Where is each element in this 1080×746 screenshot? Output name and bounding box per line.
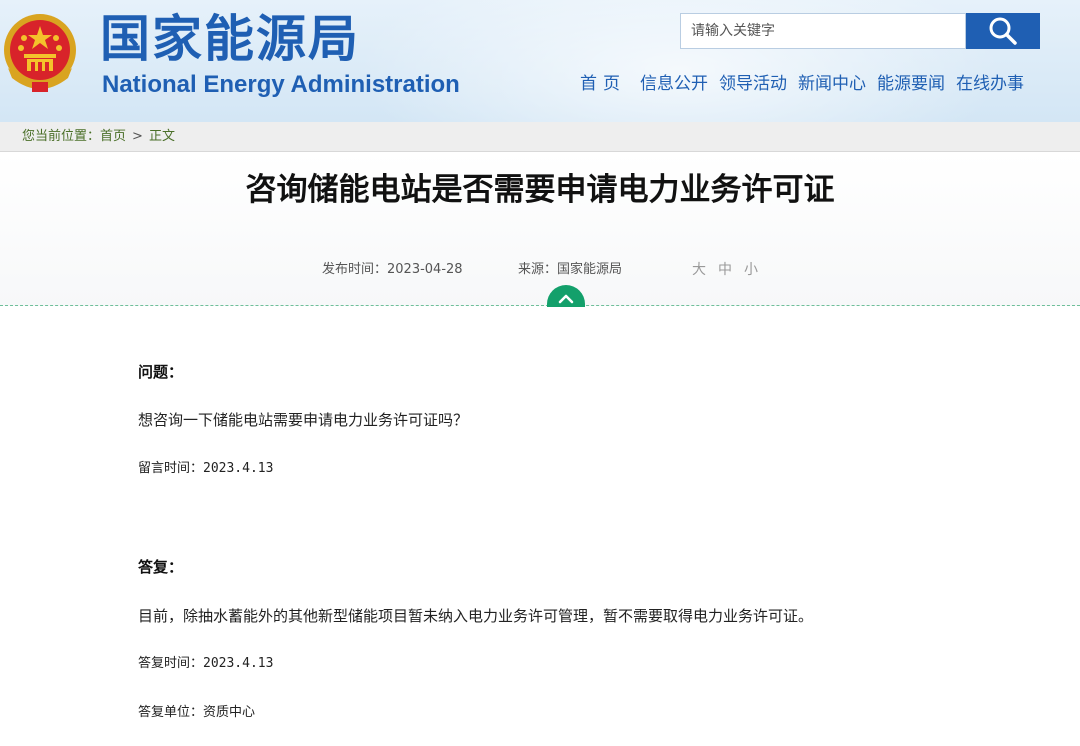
article-title: 咨询储能电站是否需要申请电力业务许可证	[245, 172, 835, 208]
breadcrumb-separator: >	[132, 129, 143, 144]
question-label: 问题：	[138, 363, 184, 381]
nav-item-online-services[interactable]: 在线办事	[956, 70, 1024, 98]
search-button[interactable]	[966, 13, 1040, 49]
nav-item-leadership[interactable]: 领导活动	[719, 70, 787, 98]
question-text: 想咨询一下储能电站需要申请电力业务许可证吗？	[138, 411, 469, 429]
main-nav: 首页 信息公开 领导活动 新闻中心 能源要闻 在线办事	[570, 70, 1035, 98]
national-emblem-icon	[4, 14, 76, 92]
font-size-small[interactable]: 小	[744, 262, 758, 278]
nav-item-energy-news[interactable]: 能源要闻	[877, 70, 945, 98]
site-title-cn: 国家能源局	[100, 10, 360, 68]
article-header: 咨询储能电站是否需要申请电力业务许可证 发布时间：2023-04-28 来源：国…	[0, 152, 1080, 306]
breadcrumb-prefix: 您当前位置：	[22, 129, 101, 144]
chevron-up-icon	[558, 294, 574, 304]
nav-item-info-disclosure[interactable]: 信息公开	[640, 70, 708, 98]
search-icon	[989, 17, 1017, 45]
publish-time: 发布时间：2023-04-28	[322, 262, 463, 277]
answer-unit: 答复单位：资质中心	[138, 705, 256, 720]
answer-time: 答复时间：2023.4.13	[138, 656, 274, 671]
site-header: 国家能源局 National Energy Administration 首页 …	[0, 0, 1080, 122]
answer-text: 目前，除抽水蓄能外的其他新型储能项目暂未纳入电力业务许可管理，暂不需要取得电力业…	[138, 607, 814, 625]
article-source: 来源：国家能源局	[518, 262, 623, 277]
font-size-large[interactable]: 大	[692, 262, 706, 278]
question-time: 留言时间：2023.4.13	[138, 461, 274, 476]
article-divider	[0, 305, 1080, 306]
answer-label: 答复：	[138, 558, 184, 576]
search-input[interactable]	[680, 13, 966, 49]
font-size-control: 大中小	[692, 260, 770, 280]
breadcrumb-home-link[interactable]: 首页	[100, 129, 126, 144]
site-title-en: National Energy Administration	[102, 71, 460, 98]
breadcrumb-current[interactable]: 正文	[149, 129, 175, 144]
font-size-medium[interactable]: 中	[718, 262, 732, 278]
breadcrumb: 您当前位置：首页 > 正文	[0, 122, 1080, 152]
nav-item-home[interactable]: 首页	[580, 70, 626, 98]
nav-item-news[interactable]: 新闻中心	[798, 70, 866, 98]
